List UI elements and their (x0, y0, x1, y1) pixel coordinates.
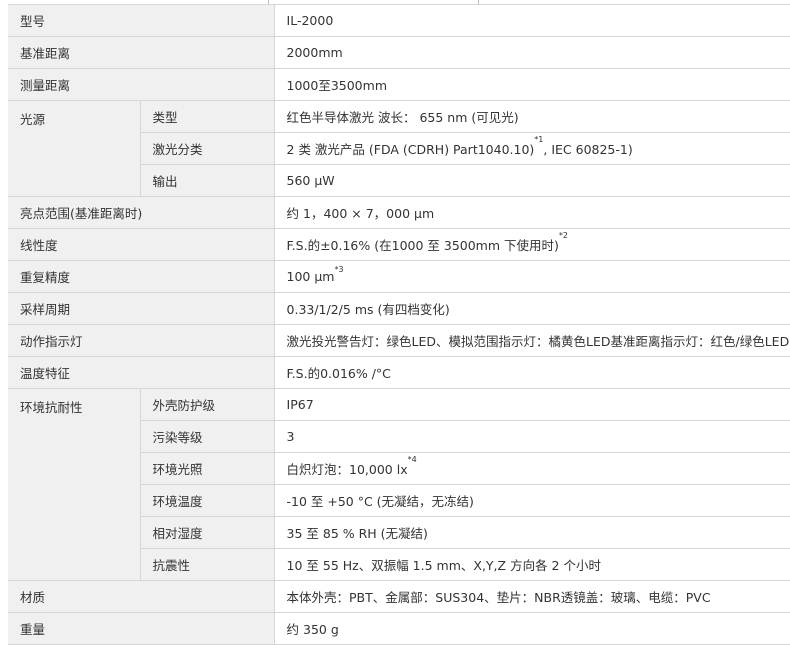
row-value-repeatability: 100 μm*3 (274, 260, 790, 293)
row-label-weight: 重量 (8, 612, 275, 645)
row-label-model: 型号 (8, 4, 275, 37)
table-row: 线性度 F.S.的±0.16% (在1000 至 3500mm 下使用时)*2 (8, 228, 790, 261)
footnote-mark: *2 (558, 231, 568, 240)
row-value-humidity: 35 至 85 % RH (无凝结) (274, 516, 790, 549)
row-value-type: 红色半导体激光 波长： 655 nm (可见光) (274, 100, 790, 133)
row-value-pollution: 3 (274, 420, 790, 453)
table-row: 亮点范围(基准距离时) 约 1，400 × 7，000 μm (8, 196, 790, 229)
sub-label-enclosure: 外壳防护级 (140, 388, 275, 421)
footnote-mark: *3 (334, 265, 344, 274)
row-value-sampling: 0.33/1/2/5 ms (有四档变化) (274, 292, 790, 325)
row-value-linearity: F.S.的±0.16% (在1000 至 3500mm 下使用时)*2 (274, 228, 790, 261)
row-label-material: 材质 (8, 580, 275, 613)
sub-label-ambient-temp: 环境温度 (140, 484, 275, 517)
row-label-indicator: 动作指示灯 (8, 324, 275, 357)
row-label-measure-range: 测量距离 (8, 68, 275, 101)
table-row: 材质 本体外壳：PBT、金属部：SUS304、垫片：NBR透镜盖：玻璃、电缆：P… (8, 580, 790, 613)
sub-label-laser-class: 激光分类 (140, 132, 275, 165)
footnote-mark: *1 (534, 135, 544, 144)
table-row: 重量 约 350 g (8, 612, 790, 645)
row-value-ref-distance: 2000mm (274, 36, 790, 69)
row-value-measure-range: 1000至3500mm (274, 68, 790, 101)
row-value-vibration: 10 至 55 Hz、双振幅 1.5 mm、X,Y,Z 方向各 2 个小时 (274, 548, 790, 581)
ambient-light-text: 白炽灯泡：10,000 lx (286, 462, 408, 477)
row-value-model: IL-2000 (274, 4, 790, 37)
repeatability-text: 100 μm (286, 269, 335, 284)
sub-label-humidity: 相对湿度 (140, 516, 275, 549)
sub-label-vibration: 抗震性 (140, 548, 275, 581)
group-label-light-source: 光源 (8, 100, 141, 197)
row-label-repeatability: 重复精度 (8, 260, 275, 293)
row-label-linearity: 线性度 (8, 228, 275, 261)
sub-label-output: 输出 (140, 164, 275, 197)
table-row: 型号 IL-2000 (8, 4, 790, 37)
table-row: 温度特征 F.S.的0.016% /°C (8, 356, 790, 389)
row-value-enclosure: IP67 (274, 388, 790, 421)
table-row: 动作指示灯 激光投光警告灯：绿色LED、模拟范围指示灯：橘黄色LED基准距离指示… (8, 324, 790, 357)
row-value-laser-class: 2 类 激光产品 (FDA (CDRH) Part1040.10)*1, IEC… (274, 132, 790, 165)
footnote-mark: *4 (407, 455, 417, 464)
row-value-temp-char: F.S.的0.016% /°C (274, 356, 790, 389)
table-row: 基准距离 2000mm (8, 36, 790, 69)
sub-label-type: 类型 (140, 100, 275, 133)
row-label-ref-distance: 基准距离 (8, 36, 275, 69)
sub-label-ambient-light: 环境光照 (140, 452, 275, 485)
row-value-weight: 约 350 g (274, 612, 790, 645)
sub-label-pollution: 污染等级 (140, 420, 275, 453)
row-value-material: 本体外壳：PBT、金属部：SUS304、垫片：NBR透镜盖：玻璃、电缆：PVC (274, 580, 790, 613)
row-value-ambient-temp: -10 至 +50 °C (无凝结，无冻结) (274, 484, 790, 517)
linearity-text: F.S.的±0.16% (在1000 至 3500mm 下使用时) (286, 238, 559, 253)
table-row: 重复精度 100 μm*3 (8, 260, 790, 293)
row-value-indicator: 激光投光警告灯：绿色LED、模拟范围指示灯：橘黄色LED基准距离指示灯：红色/绿… (274, 324, 790, 357)
row-label-sampling: 采样周期 (8, 292, 275, 325)
table-row: 测量距离 1000至3500mm (8, 68, 790, 101)
table-row: 环境抗耐性 外壳防护级 IP67 (8, 388, 790, 581)
group-label-environment: 环境抗耐性 (8, 388, 141, 581)
spec-table: 型号 IL-2000 基准距离 2000mm 测量距离 1000至3500mm … (8, 4, 790, 645)
table-row: 采样周期 0.33/1/2/5 ms (有四档变化) (8, 292, 790, 325)
laser-class-text-tail: , IEC 60825-1) (543, 142, 633, 157)
row-label-spot-size: 亮点范围(基准距离时) (8, 196, 275, 229)
row-value-ambient-light: 白炽灯泡：10,000 lx*4 (274, 452, 790, 485)
row-value-spot-size: 约 1，400 × 7，000 μm (274, 196, 790, 229)
table-row: 光源 类型 红色半导体激光 波长： 655 nm (可见光) (8, 100, 790, 197)
row-value-output: 560 μW (274, 164, 790, 197)
laser-class-text: 2 类 激光产品 (FDA (CDRH) Part1040.10) (286, 142, 535, 157)
row-label-temp-char: 温度特征 (8, 356, 275, 389)
